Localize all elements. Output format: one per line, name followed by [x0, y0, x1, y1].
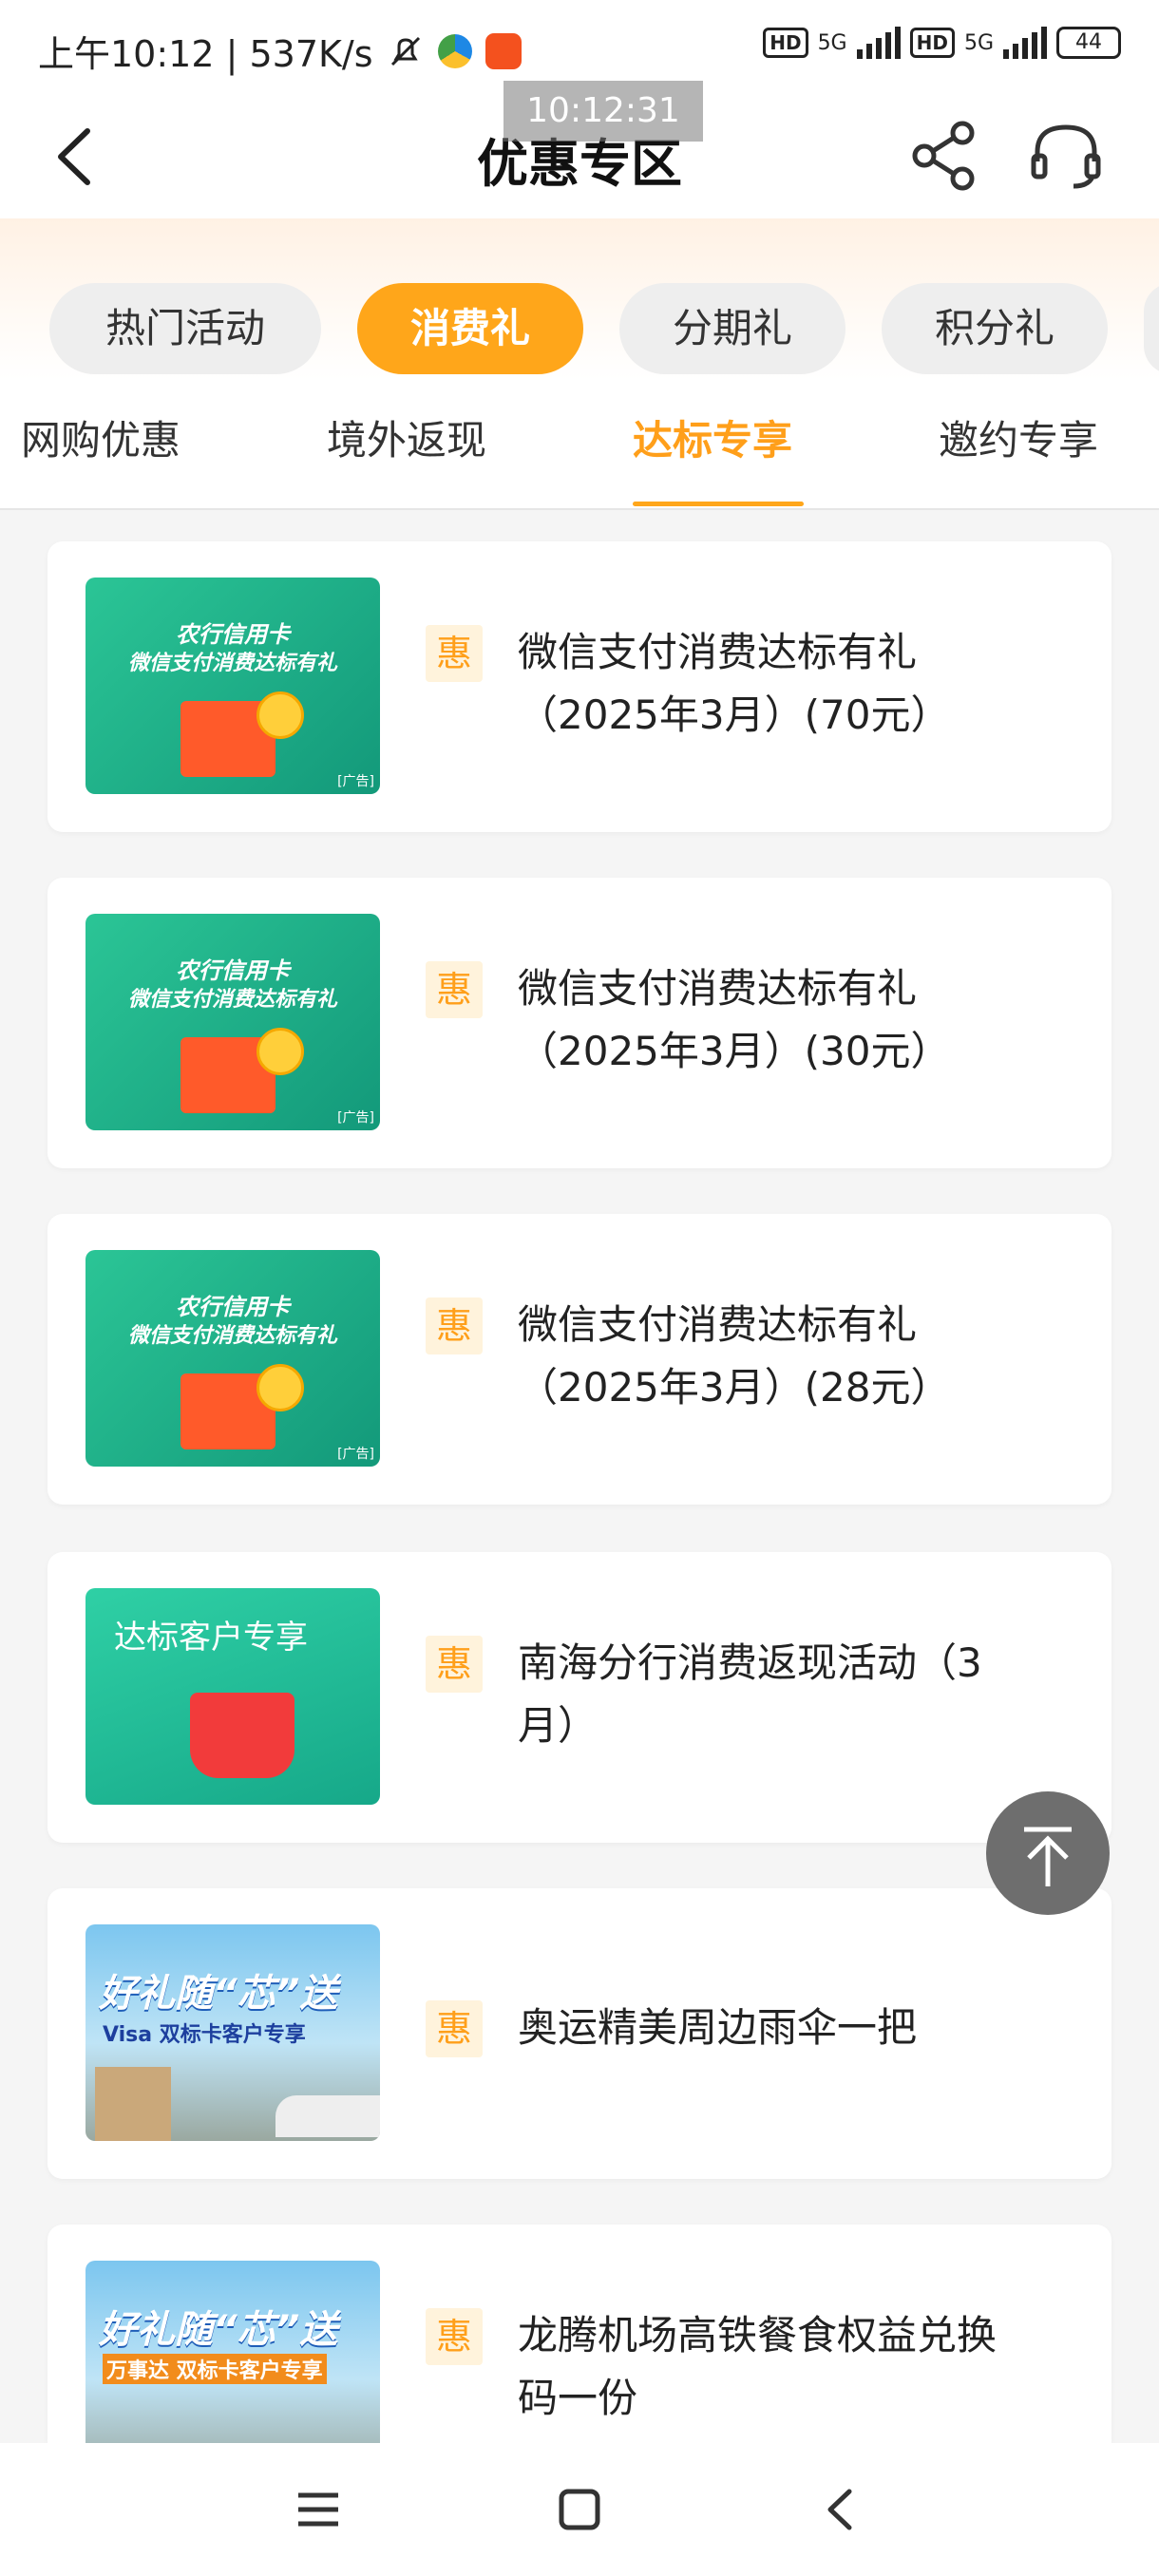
back-to-top-button[interactable]	[986, 1791, 1110, 1915]
tab-overseas-cashback[interactable]: 境外返现	[327, 408, 486, 466]
status-time-speed: 上午10:12 | 537K/s	[38, 33, 373, 75]
arch-icon	[95, 2067, 171, 2141]
item-title-line1: 微信支付消费达标有礼	[518, 1301, 918, 1348]
discount-tag: 惠	[426, 961, 483, 1018]
home-icon[interactable]	[546, 2476, 613, 2543]
category-bar: 热门活动 消费礼 分期礼 积分礼	[0, 218, 1159, 380]
network-type-1: 5G	[817, 30, 847, 55]
thumb-title: 农行信用卡	[176, 957, 290, 984]
coin-icon	[256, 691, 304, 739]
share-icon[interactable]	[907, 118, 983, 194]
thumb-title: 好礼随“芯”送	[99, 1972, 338, 2016]
list-item[interactable]: 达标客户专享 惠 南海分行消费返现活动（3 月）	[48, 1552, 1112, 1843]
category-pill-consumption[interactable]: 消费礼	[357, 283, 583, 374]
category-pill-points[interactable]: 积分礼	[882, 283, 1108, 374]
system-nav-bar	[0, 2443, 1159, 2576]
coin-icon	[256, 1364, 304, 1411]
item-title-line2: （2025年3月）(28元）	[518, 1364, 951, 1411]
network-type-2: 5G	[963, 30, 994, 55]
item-title-line1: 龙腾机场高铁餐食权益兑换	[518, 2312, 998, 2358]
tab-target-exclusive[interactable]: 达标专享	[633, 408, 792, 466]
item-title-line2: 码一份	[518, 2375, 638, 2421]
promo-thumbnail: 达标客户专享	[86, 1588, 380, 1805]
signal-icon	[856, 27, 901, 59]
item-title-line2: 月）	[518, 1702, 598, 1749]
item-title-line1: 微信支付消费达标有礼	[518, 965, 918, 1012]
back-icon[interactable]	[808, 2476, 874, 2543]
mute-bell-icon	[390, 36, 420, 66]
tab-invite-exclusive[interactable]: 邀约专享	[939, 408, 1098, 466]
arrow-up-icon	[1024, 1827, 1072, 1886]
active-tab-indicator	[633, 502, 804, 506]
signal-icon-2	[1003, 27, 1047, 59]
tab-online-shopping[interactable]: 网购优惠	[21, 408, 180, 466]
train-icon	[276, 2095, 380, 2137]
app-message-icon	[484, 32, 522, 69]
sub-tab-bar: 网购优惠 境外返现 达标专享 邀约专享	[0, 380, 1159, 510]
promo-thumbnail: 农行信用卡 微信支付消费达标有礼 [广告]	[86, 1250, 380, 1467]
list-item[interactable]: 农行信用卡 微信支付消费达标有礼 [广告] 惠 微信支付消费达标有礼 （2025…	[48, 878, 1112, 1168]
thumb-title: 好礼随“芯”送	[99, 2308, 338, 2352]
coin-icon	[256, 1028, 304, 1075]
screen-record-time: 10:12:31	[504, 81, 703, 142]
promo-thumbnail: 农行信用卡 微信支付消费达标有礼 [广告]	[86, 578, 380, 794]
promo-thumbnail: 农行信用卡 微信支付消费达标有礼 [广告]	[86, 914, 380, 1130]
category-pill-hot[interactable]: 热门活动	[49, 283, 321, 374]
app-notification-icon	[437, 33, 472, 68]
list-item[interactable]: 好礼随“芯”送 Visa 双标卡客户专享 惠 奥运精美周边雨伞一把	[48, 1888, 1112, 2179]
discount-tag: 惠	[426, 1297, 483, 1354]
category-pill-installment[interactable]: 分期礼	[619, 283, 846, 374]
discount-tag: 惠	[426, 625, 483, 682]
item-title-line1: 奥运精美周边雨伞一把	[518, 2004, 918, 2051]
customer-service-icon[interactable]	[1026, 118, 1107, 194]
thumb-title: 农行信用卡	[176, 1294, 290, 1320]
item-title-line2: （2025年3月）(30元）	[518, 1028, 951, 1074]
discount-tag: 惠	[426, 2000, 483, 2057]
promo-thumbnail: 好礼随“芯”送 Visa 双标卡客户专享	[86, 1924, 380, 2141]
thumb-subtitle: 微信支付消费达标有礼	[127, 652, 337, 675]
thumb-subtitle: 微信支付消费达标有礼	[127, 1324, 337, 1348]
category-pill-more[interactable]	[1144, 283, 1159, 374]
thumb-title: 达标客户专享	[114, 1619, 308, 1657]
menu-icon[interactable]	[285, 2476, 352, 2543]
discount-tag: 惠	[426, 1636, 483, 1693]
list-item[interactable]: 好礼随“芯”送 万事达 双标卡客户专享 惠 龙腾机场高铁餐食权益兑换 码一份	[48, 2225, 1112, 2443]
list-item[interactable]: 农行信用卡 微信支付消费达标有礼 [广告] 惠 微信支付消费达标有礼 （2025…	[48, 541, 1112, 832]
list-item[interactable]: 农行信用卡 微信支付消费达标有礼 [广告] 惠 微信支付消费达标有礼 （2025…	[48, 1214, 1112, 1505]
thumb-title: 农行信用卡	[176, 621, 290, 648]
battery-icon: 44	[1056, 27, 1121, 59]
thumb-subtitle: 微信支付消费达标有礼	[127, 988, 337, 1012]
discount-tag: 惠	[426, 2308, 483, 2365]
thumb-subtitle: Visa 双标卡客户专享	[103, 2023, 306, 2047]
hd-badge: HD	[763, 28, 808, 58]
ad-label: [广告]	[337, 774, 374, 789]
basket-icon	[190, 1693, 294, 1778]
thumb-subtitle: 万事达 双标卡客户专享	[103, 2354, 327, 2384]
ad-label: [广告]	[337, 1110, 374, 1126]
item-title-line1: 微信支付消费达标有礼	[518, 629, 918, 675]
item-title-line1: 南海分行消费返现活动（3	[518, 1639, 982, 1686]
item-title-line2: （2025年3月）(70元）	[518, 691, 951, 738]
ad-label: [广告]	[337, 1447, 374, 1462]
promo-thumbnail: 好礼随“芯”送 万事达 双标卡客户专享	[86, 2261, 380, 2443]
hd-badge-2: HD	[909, 28, 955, 58]
